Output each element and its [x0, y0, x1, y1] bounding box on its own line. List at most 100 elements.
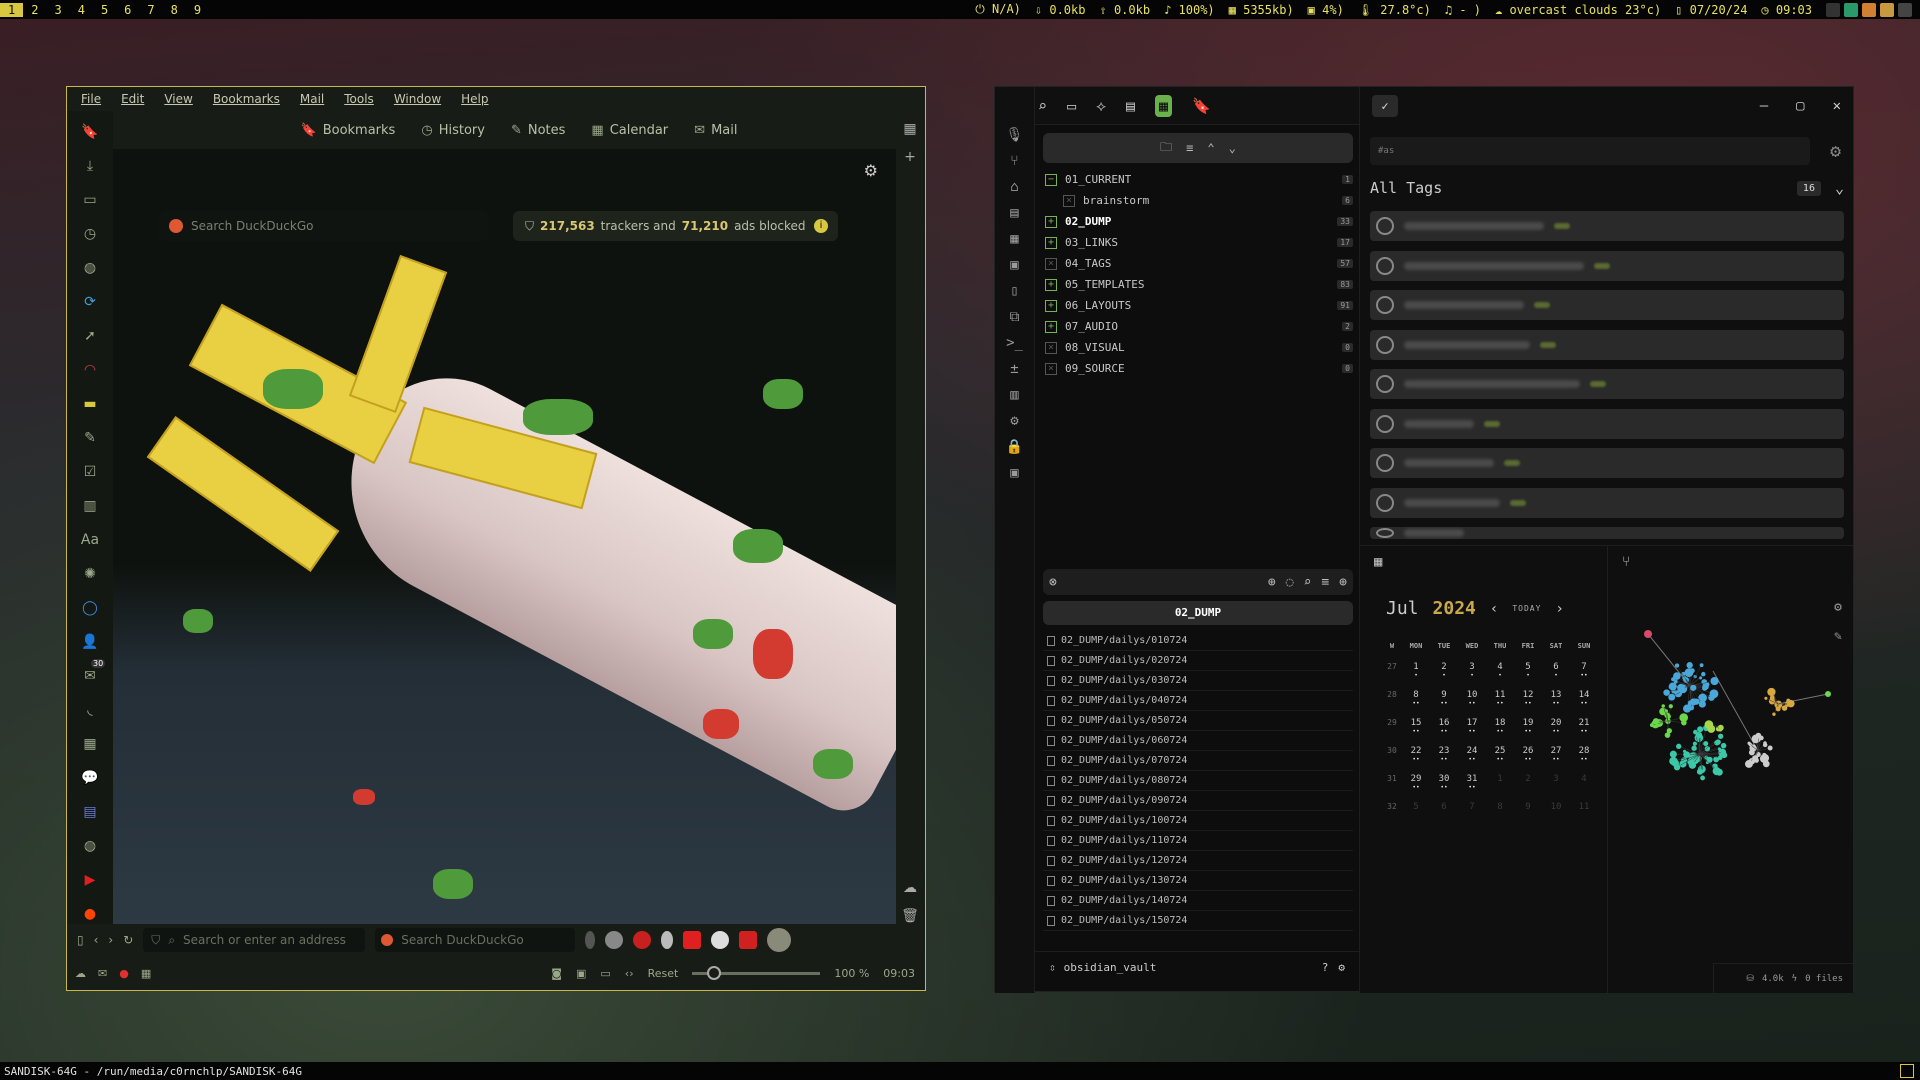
translate-icon[interactable]: Aа [81, 529, 99, 551]
graph-node[interactable] [1702, 683, 1709, 690]
file-item[interactable]: 02_DUMP/dailys/140724 [1043, 891, 1353, 911]
alert-icon[interactable]: ● [119, 967, 129, 980]
graph-node[interactable] [1745, 760, 1753, 768]
sort-icon[interactable]: ≡ [1186, 141, 1193, 155]
graph-node[interactable] [1700, 775, 1706, 781]
calendar-day[interactable]: 8 [1486, 802, 1514, 812]
workspace-5[interactable]: 5 [93, 3, 116, 17]
download-icon[interactable]: ⤓ [81, 155, 99, 177]
circle-icon[interactable]: ◯ [81, 597, 99, 619]
mail-icon[interactable]: ✉ [98, 967, 107, 980]
calendar-link[interactable]: ▦ Calendar [591, 123, 668, 138]
calendar-day[interactable]: 9 [1514, 802, 1542, 812]
graph-node[interactable] [1775, 706, 1781, 712]
file-item[interactable]: 02_DUMP/dailys/050724 [1043, 711, 1353, 731]
calendar-day[interactable]: 1 [1486, 774, 1514, 784]
graph-node[interactable] [1663, 689, 1670, 696]
web-icon[interactable]: ◍ [81, 835, 99, 857]
gauge-icon[interactable]: ◠ [81, 359, 99, 381]
code-icon[interactable]: ‹› [625, 967, 634, 980]
contacts-icon[interactable]: 👤 [81, 631, 99, 653]
calendar-day[interactable]: 5 • [1514, 662, 1542, 680]
calendar-day[interactable]: 28 •• [1570, 746, 1598, 764]
tag-row[interactable] [1370, 290, 1844, 320]
youtube-icon[interactable]: ▶ [81, 869, 99, 891]
notes-icon[interactable]: ✎ [81, 427, 99, 449]
menu-edit[interactable]: Edit [121, 92, 144, 106]
image-icon[interactable]: ▣ [576, 967, 586, 980]
menu-mail[interactable]: Mail [300, 92, 324, 106]
graph-node[interactable] [1767, 687, 1776, 697]
microphone-icon[interactable]: 🎙 [1006, 127, 1024, 143]
clear-icon[interactable]: ⊗ [1049, 575, 1057, 590]
expand-icon[interactable]: ⌃ [1207, 141, 1214, 155]
extension-icon-6[interactable] [711, 931, 730, 949]
tag-toggle[interactable] [1376, 454, 1394, 472]
tray-icon-4[interactable] [1880, 2, 1894, 17]
speaker-icon[interactable] [1898, 2, 1912, 17]
panel-toggle-icon[interactable]: ▯ [77, 933, 84, 947]
target-icon[interactable]: ⊕ [1268, 575, 1276, 590]
graph-node[interactable] [1825, 691, 1831, 697]
menu-view[interactable]: View [164, 92, 192, 106]
trash-icon[interactable]: 🗑 [901, 908, 919, 924]
tag-row[interactable] [1370, 211, 1844, 241]
bookmarks-link[interactable]: 🔖 Bookmarks [301, 123, 396, 138]
graph-node[interactable] [1718, 727, 1723, 732]
calendar-day[interactable]: 25 •• [1486, 746, 1514, 764]
graph-node[interactable] [1684, 668, 1694, 677]
chevron-right-icon[interactable]: › [1555, 601, 1563, 617]
graph-node[interactable] [1759, 754, 1769, 763]
notes-link[interactable]: ✎ Notes [511, 123, 565, 138]
workspace-7[interactable]: 7 [139, 3, 162, 17]
calendar-day[interactable]: 20 •• [1542, 718, 1570, 736]
file-item[interactable]: 02_DUMP/dailys/020724 [1043, 651, 1353, 671]
home-icon[interactable]: ⌂ [1010, 179, 1018, 195]
folder-item[interactable]: −01_CURRENT 1 [1043, 169, 1353, 190]
graph-node[interactable] [1652, 718, 1660, 725]
blocks-icon[interactable]: ▣ [1010, 257, 1018, 273]
calendar-day[interactable]: 4 • [1486, 662, 1514, 680]
folder-item[interactable]: +07_AUDIO 2 [1043, 316, 1353, 337]
calendar-day[interactable]: 10 •• [1458, 690, 1486, 708]
bookmark-icon[interactable]: 🔖 [81, 121, 99, 143]
workspace-4[interactable]: 4 [70, 3, 93, 17]
tag-row[interactable] [1370, 527, 1844, 539]
graph-node[interactable] [1692, 741, 1698, 746]
calendar-icon[interactable]: ▦ [81, 733, 99, 755]
graph-node[interactable] [1677, 683, 1685, 692]
reload-icon[interactable]: ↻ [123, 933, 133, 947]
graph-node[interactable] [1688, 761, 1697, 769]
folder-item[interactable]: +05_TEMPLATES 83 [1043, 274, 1353, 295]
workspace-6[interactable]: 6 [116, 3, 139, 17]
graph-node[interactable] [1669, 750, 1677, 758]
chat-icon[interactable]: 💬 [81, 767, 99, 789]
list-icon[interactable]: ▤ [1010, 205, 1018, 221]
zoom-slider-knob[interactable] [707, 965, 722, 980]
graph-node[interactable] [1644, 630, 1652, 638]
calendar-day[interactable]: 29 •• [1402, 774, 1430, 792]
add-icon[interactable]: ⊕ [1339, 575, 1347, 590]
graph-node[interactable] [1712, 767, 1721, 776]
graph-node[interactable] [1701, 769, 1705, 773]
feed-icon[interactable]: ◟ [81, 699, 99, 721]
graph-node[interactable] [1707, 724, 1716, 733]
settings-gear-icon[interactable]: ⚙ [864, 161, 878, 180]
graph-node[interactable] [1701, 671, 1706, 677]
git-icon[interactable]: ⑂ [1010, 153, 1018, 169]
calendar-day[interactable]: 7 •• [1570, 662, 1598, 680]
chatgpt-icon[interactable]: ✺ [81, 563, 99, 585]
graph-node[interactable] [1747, 741, 1751, 745]
tag-search-input[interactable]: #as [1370, 137, 1810, 165]
calendar-day[interactable]: 21 •• [1570, 718, 1598, 736]
tag-toggle[interactable] [1376, 217, 1394, 235]
folder-item[interactable]: +02_DUMP 33 [1043, 211, 1353, 232]
ddg-search-input[interactable]: Search DuckDuckGo [375, 928, 576, 952]
chevron-down-icon[interactable]: ⌄ [1835, 179, 1844, 197]
tasks-icon[interactable]: ☑ [81, 461, 99, 483]
terminal-icon[interactable]: >_ [1006, 335, 1023, 351]
discord-icon[interactable]: ▤ [81, 801, 99, 823]
bookmark-icon[interactable]: 🔖 [1192, 97, 1211, 115]
calendar-day[interactable]: 23 •• [1430, 746, 1458, 764]
calendar-icon[interactable]: ▦ [1010, 231, 1018, 247]
